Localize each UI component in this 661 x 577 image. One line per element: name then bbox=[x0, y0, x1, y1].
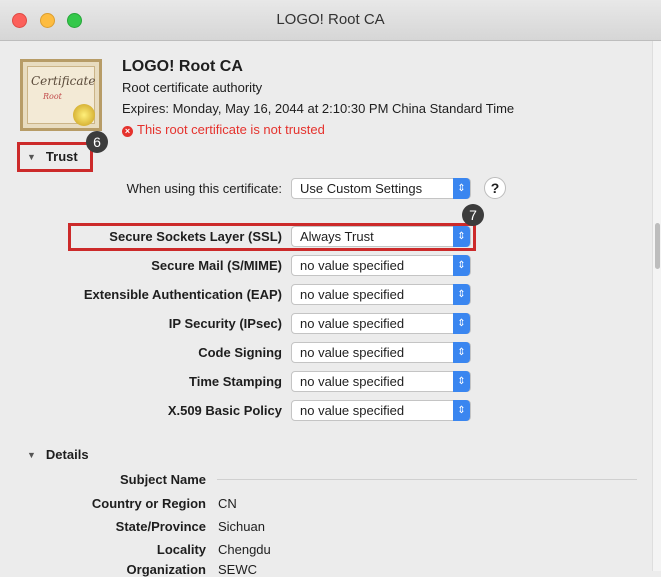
annotation-badge-7: 7 bbox=[462, 204, 484, 226]
certificate-icon-subtext: Root bbox=[43, 92, 62, 101]
trust-warning-text: This root certificate is not trusted bbox=[137, 122, 325, 137]
updown-arrow-icon: ⇕ bbox=[453, 284, 470, 305]
certificate-expiry: Expires: Monday, May 16, 2044 at 2:10:30… bbox=[122, 101, 515, 116]
when-using-popup[interactable]: Use Custom Settings ⇕ bbox=[291, 178, 471, 199]
trust-label-eap: Extensible Authentication (EAP) bbox=[83, 287, 282, 302]
annotation-badge-6: 6 bbox=[86, 131, 108, 153]
updown-arrow-icon: ⇕ bbox=[453, 371, 470, 392]
highlight-box-trust bbox=[17, 142, 93, 172]
scrollbar-thumb[interactable] bbox=[655, 223, 660, 269]
trust-popup-eap[interactable]: no value specified ⇕ bbox=[291, 284, 471, 305]
trust-warning: × This root certificate is not trusted bbox=[122, 122, 325, 137]
certificate-type: Root certificate authority bbox=[122, 80, 263, 95]
trust-label-smime: Secure Mail (S/MIME) bbox=[151, 258, 282, 273]
detail-label-country: Country or Region bbox=[91, 496, 206, 511]
window-title: LOGO! Root CA bbox=[276, 11, 385, 28]
when-using-value: Use Custom Settings bbox=[300, 181, 423, 196]
title-bar: LOGO! Root CA bbox=[0, 0, 661, 41]
certificate-icon-text: Certificate bbox=[31, 74, 96, 88]
detail-value-country: CN bbox=[218, 496, 237, 511]
trust-label-ipsec: IP Security (IPsec) bbox=[168, 316, 282, 331]
subject-name-heading: Subject Name bbox=[120, 472, 206, 487]
trust-value-smime: no value specified bbox=[300, 258, 405, 273]
trust-value-x509: no value specified bbox=[300, 403, 405, 418]
disclosure-triangle-icon[interactable]: ▼ bbox=[27, 450, 36, 460]
trust-value-eap: no value specified bbox=[300, 287, 405, 302]
trust-value-ipsec: no value specified bbox=[300, 316, 405, 331]
updown-arrow-icon: ⇕ bbox=[453, 342, 470, 363]
detail-value-state: Sichuan bbox=[218, 519, 265, 534]
trust-label-code-signing: Code Signing bbox=[198, 345, 282, 360]
detail-label-locality: Locality bbox=[156, 542, 206, 557]
trust-popup-x509[interactable]: no value specified ⇕ bbox=[291, 400, 471, 421]
help-button[interactable]: ? bbox=[484, 177, 506, 199]
trust-value-ssl: Always Trust bbox=[300, 229, 374, 244]
updown-arrow-icon: ⇕ bbox=[453, 400, 470, 421]
trust-label-time-stamping: Time Stamping bbox=[189, 374, 282, 389]
trust-value-time-stamping: no value specified bbox=[300, 374, 405, 389]
details-disclosure[interactable]: ▼ Details bbox=[27, 447, 89, 462]
detail-label-organization: Organization bbox=[126, 562, 206, 577]
x-circle-icon: × bbox=[122, 126, 133, 137]
detail-value-organization: SEWC bbox=[218, 562, 257, 577]
seal-icon bbox=[73, 104, 95, 126]
trust-popup-smime[interactable]: no value specified ⇕ bbox=[291, 255, 471, 276]
detail-value-locality: Chengdu bbox=[218, 542, 271, 557]
scrollbar[interactable] bbox=[652, 41, 661, 571]
updown-arrow-icon: ⇕ bbox=[453, 178, 470, 199]
trust-popup-code-signing[interactable]: no value specified ⇕ bbox=[291, 342, 471, 363]
trust-label-ssl: Secure Sockets Layer (SSL) bbox=[109, 229, 282, 244]
certificate-name: LOGO! Root CA bbox=[122, 58, 243, 75]
details-header: Details bbox=[45, 447, 89, 462]
certificate-icon: Certificate Root bbox=[20, 59, 102, 131]
updown-arrow-icon: ⇕ bbox=[453, 226, 470, 247]
trust-popup-ssl[interactable]: Always Trust ⇕ bbox=[291, 226, 471, 247]
trust-value-code-signing: no value specified bbox=[300, 345, 405, 360]
trust-popup-ipsec[interactable]: no value specified ⇕ bbox=[291, 313, 471, 334]
updown-arrow-icon: ⇕ bbox=[453, 313, 470, 334]
subject-name-separator bbox=[217, 479, 637, 480]
updown-arrow-icon: ⇕ bbox=[453, 255, 470, 276]
trust-popup-time-stamping[interactable]: no value specified ⇕ bbox=[291, 371, 471, 392]
detail-label-state: State/Province bbox=[115, 519, 206, 534]
when-using-label: When using this certificate: bbox=[126, 181, 282, 196]
trust-label-x509: X.509 Basic Policy bbox=[167, 403, 282, 418]
